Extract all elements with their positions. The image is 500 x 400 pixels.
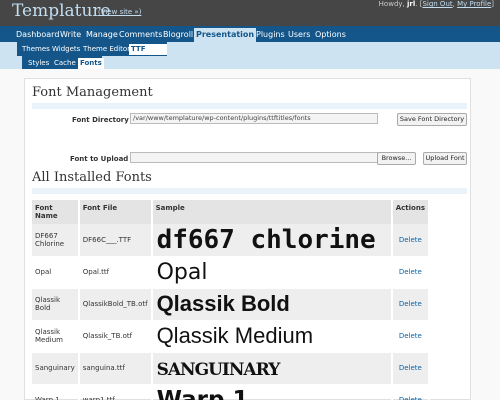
my-profile-link[interactable]: My Profile — [457, 0, 491, 8]
menu-comments[interactable]: Comments — [117, 28, 164, 42]
submenu-widgets[interactable]: Widgets — [50, 44, 82, 55]
sample-text: Opal — [156, 260, 208, 285]
font-name: Qlassik Medium — [32, 320, 80, 353]
font-sample: Warp 1 — [151, 384, 393, 400]
col-actions: Actions — [391, 200, 431, 224]
font-directory-input[interactable]: /var/www/templature/wp-content/plugins/t… — [130, 113, 378, 124]
font-sample: df667 chlorine — [151, 224, 393, 257]
table-row: Warp 1 warp1.ttf Warp 1 Delete — [32, 384, 431, 400]
font-directory-label: Font Directory — [72, 116, 129, 124]
sample-text: Warp 1 — [156, 387, 249, 400]
table-row: DF667 Chlorine DF66C___.TTF df667 chlori… — [32, 224, 431, 257]
menu-manage[interactable]: Manage — [84, 28, 120, 42]
submenu-ttf-titles[interactable]: TTF Titles — [129, 44, 167, 64]
delete-link[interactable]: Delete — [391, 320, 431, 353]
site-header: Templature (View site ») Howdy, jrl. [Si… — [0, 0, 500, 26]
font-sample: Qlassik Medium — [151, 320, 393, 353]
font-name: Qlassik Bold — [32, 288, 80, 321]
separator: ] — [491, 0, 494, 8]
view-site-link[interactable]: (View site ») — [98, 8, 141, 16]
font-sample: SANGUINARY — [151, 352, 393, 385]
save-font-directory-button[interactable]: Save Font Directory — [397, 113, 467, 126]
delete-link[interactable]: Delete — [391, 352, 431, 385]
user-info: Howdy, jrl. [Sign Out, My Profile] — [379, 0, 494, 8]
tab-fonts[interactable]: Fonts — [78, 58, 104, 69]
site-title[interactable]: Templature — [12, 1, 111, 21]
content-area: Font Management Font Directory /var/www/… — [24, 78, 471, 400]
menu-options[interactable]: Options — [313, 28, 348, 42]
delete-link[interactable]: Delete — [391, 288, 431, 321]
fonts-table: Font Name Font File Sample Actions DF667… — [32, 200, 431, 400]
col-font-name: Font Name — [32, 200, 80, 224]
delete-link[interactable]: Delete — [391, 224, 431, 257]
table-row: Sanguinary sanguina.ttf SANGUINARY Delet… — [32, 352, 431, 385]
col-sample: Sample — [151, 200, 393, 224]
third-menu-bar: Styles Cache Fonts — [22, 56, 104, 69]
third-menu: Styles Cache Fonts — [0, 56, 500, 69]
font-sample: Qlassik Bold — [151, 288, 393, 321]
font-name: Sanguinary — [32, 352, 80, 385]
font-management-title: Font Management — [32, 85, 467, 109]
submenu-theme-editor[interactable]: Theme Editor — [81, 44, 132, 55]
font-name: Warp 1 — [32, 384, 80, 400]
font-name: DF667 Chlorine — [32, 224, 80, 257]
sample-text: Qlassik Medium — [156, 323, 314, 348]
sample-text: SANGUINARY — [156, 360, 281, 380]
sub-menu-bar: Themes Widgets Theme Editor TTF Titles — [17, 42, 167, 64]
table-row: Qlassik Medium Qlassik_TB.otf Qlassik Me… — [32, 320, 431, 353]
menu-blogroll[interactable]: Blogroll — [161, 28, 195, 42]
tab-styles[interactable]: Styles — [26, 58, 51, 69]
col-font-file: Font File — [78, 200, 153, 224]
username[interactable]: jrl — [407, 0, 415, 8]
font-upload-label: Font to Upload — [70, 155, 129, 163]
font-file: DF66C___.TTF — [78, 224, 153, 257]
delete-link[interactable]: Delete — [391, 256, 431, 289]
font-file: sanguina.ttf — [78, 352, 153, 385]
submenu-themes[interactable]: Themes — [20, 44, 52, 55]
delete-link[interactable]: Delete — [391, 384, 431, 400]
sub-menu: Themes Widgets Theme Editor TTF Titles — [0, 42, 500, 64]
menu-write[interactable]: Write — [58, 28, 83, 42]
menu-plugins[interactable]: Plugins — [254, 28, 287, 42]
font-file: Qlassik_TB.otf — [78, 320, 153, 353]
table-row: Opal Opal.ttf Opal Delete — [32, 256, 431, 289]
howdy-text: Howdy, — [378, 0, 407, 8]
font-name: Opal — [32, 256, 80, 289]
table-header-row: Font Name Font File Sample Actions — [32, 200, 431, 224]
installed-fonts-title: All Installed Fonts — [32, 170, 467, 194]
table-row: Qlassik Bold QlassikBold_TB.otf Qlassik … — [32, 288, 431, 321]
sign-out-link[interactable]: Sign Out — [422, 0, 452, 8]
sample-text: Qlassik Bold — [156, 291, 290, 316]
font-file: Opal.ttf — [78, 256, 153, 289]
font-file: warp1.ttf — [78, 384, 153, 400]
sample-text: df667 chlorine — [156, 224, 376, 255]
font-sample: Opal — [151, 256, 393, 289]
menu-users[interactable]: Users — [286, 28, 312, 42]
browse-button[interactable]: Browse... — [377, 152, 416, 165]
menu-presentation[interactable]: Presentation — [194, 28, 257, 42]
tab-cache[interactable]: Cache — [52, 58, 78, 69]
menu-dashboard[interactable]: Dashboard — [14, 28, 61, 42]
upload-font-button[interactable]: Upload Font — [423, 152, 467, 165]
font-upload-input[interactable] — [130, 152, 378, 163]
admin-menu: Dashboard Write Manage Comments Blogroll… — [0, 26, 500, 42]
font-file: QlassikBold_TB.otf — [78, 288, 153, 321]
